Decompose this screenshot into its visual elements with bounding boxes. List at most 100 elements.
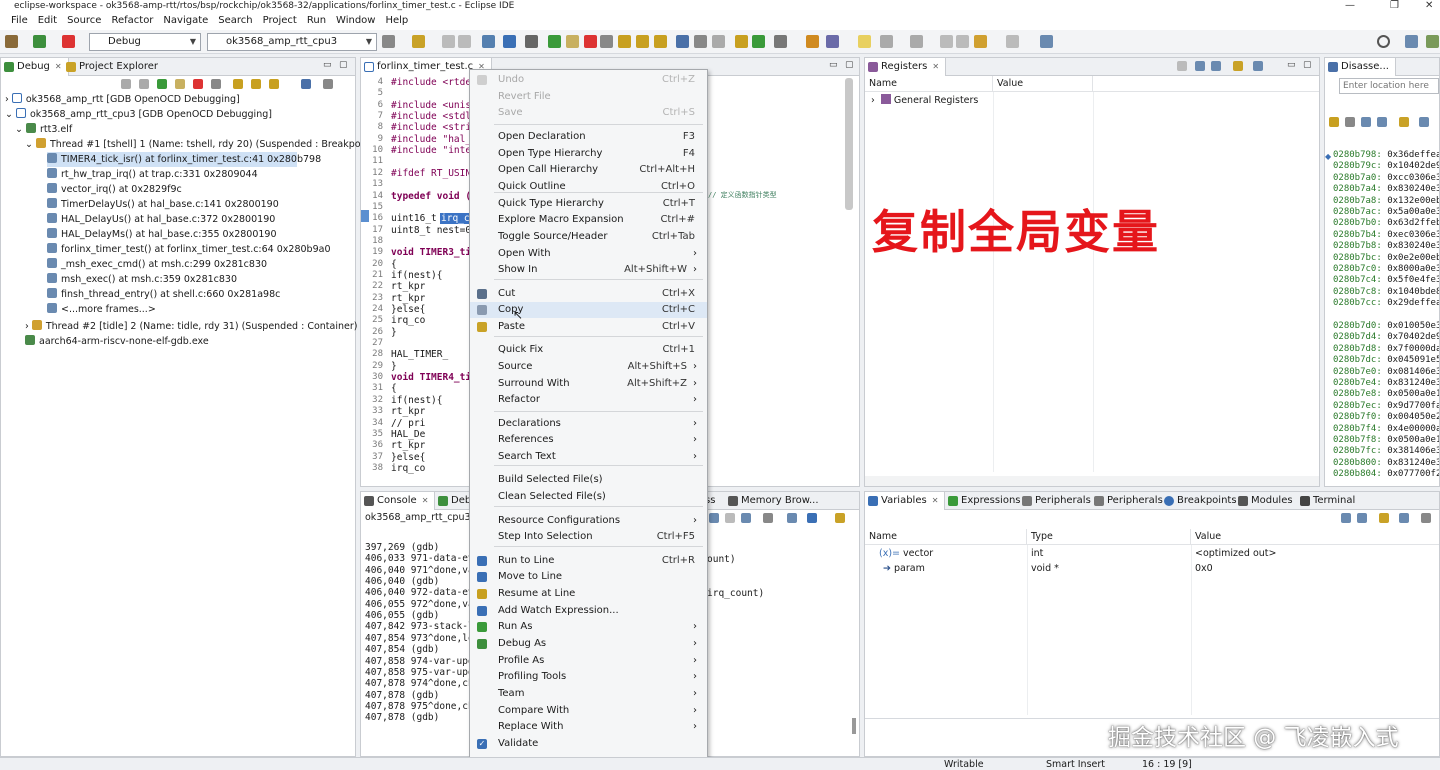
- stop-icon[interactable]: [62, 35, 75, 48]
- minimize-view-icon[interactable]: ▭: [323, 60, 332, 70]
- minimize-view-icon[interactable]: ▭: [829, 60, 838, 70]
- menu-item-toggle-source-header[interactable]: Toggle Source/Header Ctrl+Tab: [470, 229, 707, 245]
- tree-process-rtt3-elf[interactable]: ⌄ rtt3.elf: [15, 122, 72, 137]
- menu-refactor[interactable]: Refactor: [106, 12, 158, 30]
- tab-console[interactable]: Console ✕: [361, 492, 436, 510]
- step-return-icon[interactable]: [654, 35, 667, 48]
- tree-collapse-icon[interactable]: ⌄: [25, 139, 33, 150]
- menu-item-build-selected-file-s[interactable]: Build Selected File(s): [470, 472, 707, 488]
- collapse-all-icon[interactable]: [1357, 513, 1367, 523]
- disconnect-icon[interactable]: [211, 79, 221, 89]
- external-tools-icon[interactable]: [774, 35, 787, 48]
- close-icon[interactable]: ✕: [932, 62, 939, 71]
- tab-breakpoints[interactable]: Breakpoints: [1161, 492, 1243, 510]
- maximize-view-icon[interactable]: ▢: [845, 60, 854, 70]
- open-console-icon[interactable]: [835, 513, 845, 523]
- tree-launch-ok3568-amp-rtt-cpu3[interactable]: ⌄ ok3568_amp_rtt_cpu3 [GDB OpenOCD Debug…: [5, 107, 272, 122]
- suspend-icon[interactable]: [175, 79, 185, 89]
- menu-item-resource-configurations[interactable]: Resource Configurations ›: [470, 513, 707, 529]
- tree-gdb-process[interactable]: aarch64-arm-riscv-none-elf-gdb.exe: [25, 334, 209, 349]
- navigate-back-icon[interactable]: [974, 35, 987, 48]
- menu-item-paste[interactable]: Paste Ctrl+V: [470, 319, 707, 335]
- display-console-icon[interactable]: [807, 513, 817, 523]
- search-icon[interactable]: [1377, 35, 1390, 48]
- sync-icon[interactable]: [1377, 117, 1387, 127]
- menu-item-refactor[interactable]: Refactor ›: [470, 392, 707, 408]
- menu-item-validate[interactable]: ✓ Validate: [470, 736, 707, 752]
- refresh-icon[interactable]: [1329, 117, 1339, 127]
- step-into-icon[interactable]: [233, 79, 243, 89]
- menu-edit[interactable]: Edit: [33, 12, 62, 30]
- open-type-icon[interactable]: [806, 35, 819, 48]
- tab-terminal[interactable]: Terminal: [1297, 492, 1361, 510]
- maximize-button[interactable]: ❐: [1390, 0, 1399, 12]
- save-all-icon[interactable]: [458, 35, 471, 48]
- skip-breakpoints-icon[interactable]: [525, 35, 538, 48]
- menu-item-resume-at-line[interactable]: Resume at Line: [470, 586, 707, 602]
- menu-run[interactable]: Run: [302, 12, 331, 30]
- disassembly-location-input[interactable]: [1339, 78, 1439, 94]
- maximize-view-icon[interactable]: ▢: [339, 60, 348, 70]
- tree-frame[interactable]: msh_exec() at msh.c:359 0x281c830: [47, 272, 237, 287]
- debug-perspective-icon[interactable]: [1426, 35, 1439, 48]
- tab-variables[interactable]: Variables ✕: [865, 492, 946, 510]
- remove-icon[interactable]: [139, 79, 149, 89]
- tree-frame[interactable]: _msh_exec_cmd() at msh.c:299 0x281c830: [47, 257, 267, 272]
- menu-help[interactable]: Help: [380, 12, 413, 30]
- register-group-general[interactable]: › General Registers: [867, 93, 978, 108]
- menu-item-profiling-tools[interactable]: Profiling Tools ›: [470, 669, 707, 685]
- menu-item-run-to-line[interactable]: Run to Line Ctrl+R: [470, 553, 707, 569]
- maximize-view-icon[interactable]: ▢: [1303, 60, 1312, 70]
- tab-peripherals[interactable]: Peripherals: [1019, 492, 1097, 510]
- next-annotation-icon[interactable]: [910, 35, 923, 48]
- tab-project-explorer[interactable]: Project Explorer: [63, 58, 164, 76]
- terminate-icon[interactable]: [584, 35, 597, 48]
- tree-frame[interactable]: rt_hw_trap_irq() at trap.c:331 0x2809044: [47, 167, 258, 182]
- step-over-icon[interactable]: [251, 79, 261, 89]
- menu-item-quick-outline[interactable]: Quick Outline Ctrl+O: [470, 179, 707, 195]
- toolbar-icon[interactable]: [1177, 61, 1187, 71]
- link-icon[interactable]: [1361, 117, 1371, 127]
- menu-item-copy[interactable]: Copy Ctrl+C: [470, 302, 707, 318]
- close-icon[interactable]: ✕: [422, 496, 429, 505]
- console-toolbar-icon[interactable]: [741, 513, 751, 523]
- menu-item-replace-with[interactable]: Replace With ›: [470, 719, 707, 735]
- tree-collapse-icon[interactable]: ⌄: [5, 109, 13, 120]
- close-icon[interactable]: ✕: [55, 62, 62, 71]
- pin-icon[interactable]: [1399, 513, 1409, 523]
- annotation-icon[interactable]: [880, 35, 893, 48]
- pin-icon[interactable]: [1419, 117, 1429, 127]
- tree-expand-icon[interactable]: ›: [5, 94, 9, 105]
- tree-thread-1[interactable]: ⌄ Thread #1 [tshell] 1 (Name: tshell, rd…: [25, 137, 377, 152]
- menu-item-open-declaration[interactable]: Open Declaration F3: [470, 129, 707, 145]
- menu-item-show-in[interactable]: Show In Alt+Shift+W ›: [470, 262, 707, 278]
- hammer-icon[interactable]: [5, 35, 18, 48]
- menu-window[interactable]: Window: [331, 12, 380, 30]
- restart-icon[interactable]: [712, 35, 725, 48]
- open-perspective-icon[interactable]: [1405, 35, 1418, 48]
- instruction-stepping-icon[interactable]: [301, 79, 311, 89]
- back-icon[interactable]: [956, 35, 969, 48]
- pin-icon[interactable]: [787, 513, 797, 523]
- column-value[interactable]: Value: [993, 76, 1093, 92]
- search-tool-icon[interactable]: [826, 35, 839, 48]
- variable-row[interactable]: (x)= vector int <optimized out>: [865, 546, 1439, 561]
- new-icon[interactable]: [412, 35, 425, 48]
- tree-frame[interactable]: forlinx_timer_test() at forlinx_timer_te…: [47, 242, 330, 257]
- menu-item-clean-selected-file-s[interactable]: Clean Selected File(s): [470, 489, 707, 505]
- home-icon[interactable]: [1345, 117, 1355, 127]
- tree-frame[interactable]: TimerDelayUs() at hal_base.c:141 0x28001…: [47, 197, 279, 212]
- highlight-icon[interactable]: [858, 35, 871, 48]
- new-view-icon[interactable]: [1379, 513, 1389, 523]
- tree-thread-2[interactable]: › Thread #2 [tidle] 2 (Name: tidle, rdy …: [25, 319, 357, 334]
- pin-icon[interactable]: [1253, 61, 1263, 71]
- console-scrollbar[interactable]: [852, 718, 856, 734]
- menu-source[interactable]: Source: [62, 12, 106, 30]
- menu-item-quick-fix[interactable]: Quick Fix Ctrl+1: [470, 342, 707, 358]
- navigate-forward-icon[interactable]: [1006, 35, 1019, 48]
- menu-item-declarations[interactable]: Declarations ›: [470, 416, 707, 432]
- collapse-all-icon[interactable]: [1211, 61, 1221, 71]
- tree-frame[interactable]: HAL_DelayMs() at hal_base.c:355 0x280019…: [47, 227, 277, 242]
- close-button[interactable]: ✕: [1425, 0, 1433, 12]
- suspend-icon[interactable]: [566, 35, 579, 48]
